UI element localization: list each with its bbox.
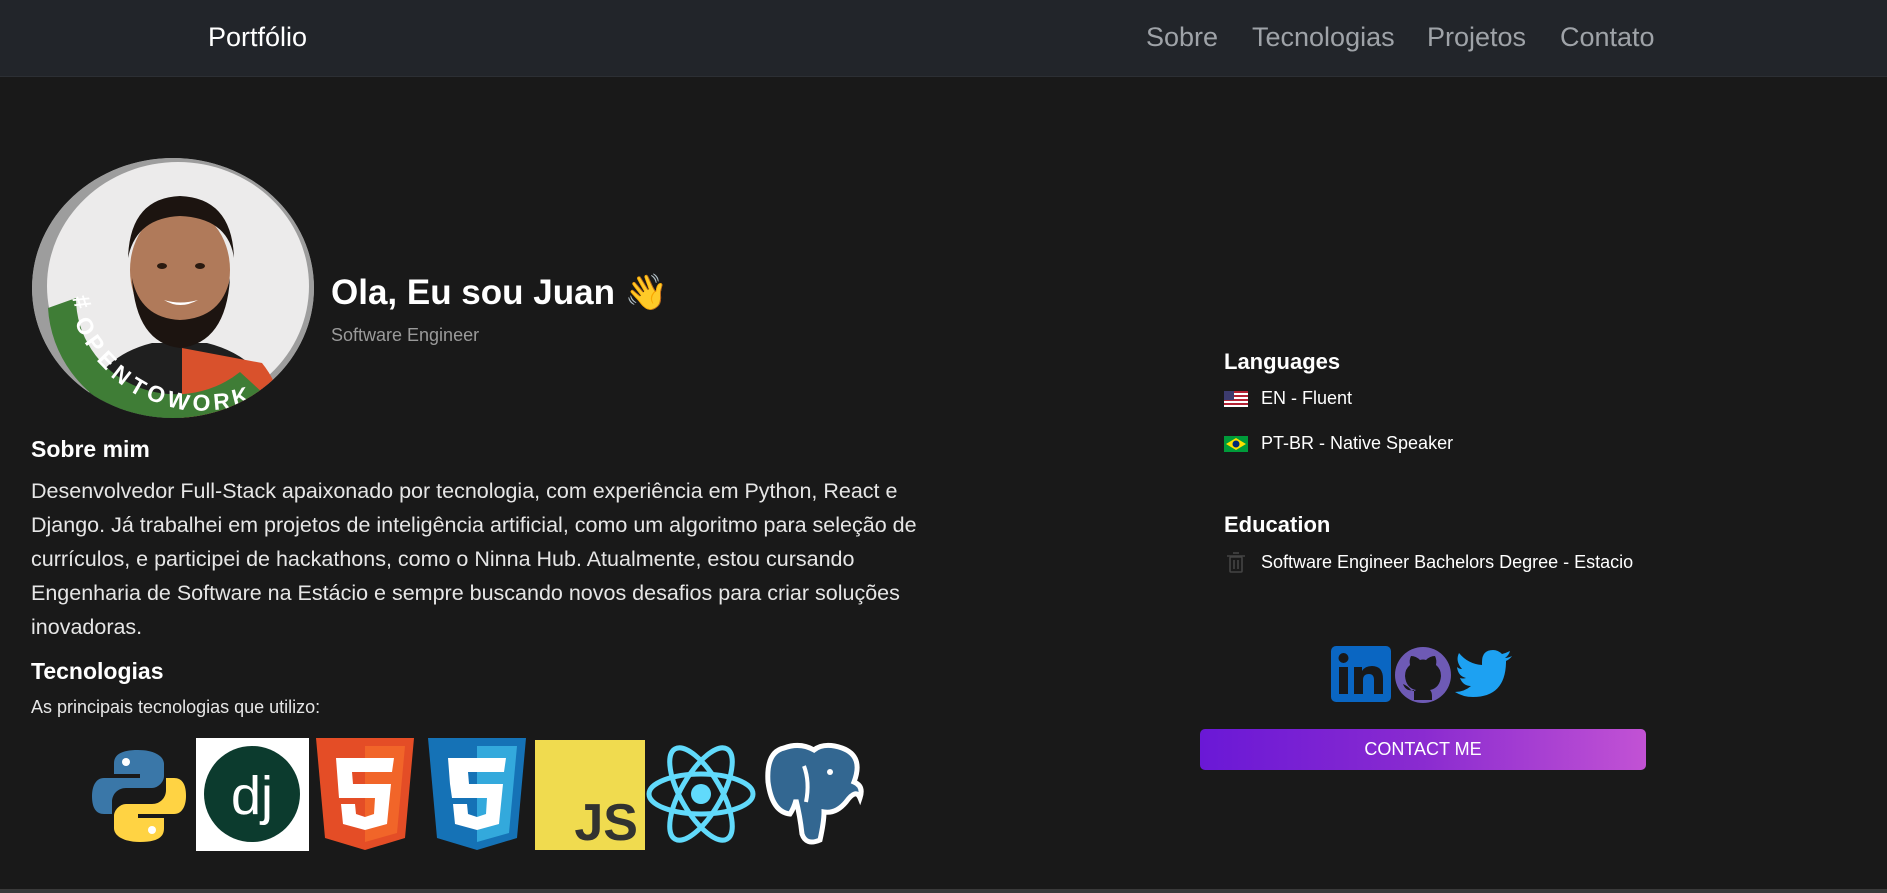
about-title: Sobre mim	[31, 436, 150, 462]
profile-avatar: # O P E N T O W O R K	[32, 158, 314, 418]
html5-logo	[316, 738, 414, 850]
languages-title: Languages	[1224, 349, 1341, 374]
nav-link-projetos[interactable]: Projetos	[1427, 22, 1526, 53]
postgresql-logo	[764, 742, 866, 848]
nav-link-tecnologias[interactable]: Tecnologias	[1252, 22, 1395, 53]
navbar: Portfólio Sobre Tecnologias Projetos Con…	[0, 0, 1887, 77]
education-item: Software Engineer Bachelors Degree - Est…	[1224, 550, 1633, 574]
trash-icon	[1224, 550, 1248, 574]
technologies-subtitle: As principais tecnologias que utilizo:	[31, 697, 321, 717]
github-icon[interactable]	[1394, 646, 1452, 708]
nav-links: Sobre Tecnologias Projetos Contato	[0, 22, 1887, 58]
javascript-logo: JS	[535, 740, 645, 850]
svg-text:O: O	[192, 389, 212, 416]
svg-text:JS: JS	[574, 794, 638, 850]
technology-icons: dj JS	[0, 738, 900, 852]
svg-text:R: R	[212, 388, 231, 415]
nav-link-contato[interactable]: Contato	[1560, 22, 1655, 53]
language-label: EN - Fluent	[1261, 388, 1353, 408]
react-logo	[645, 742, 757, 846]
contact-me-button[interactable]: CONTACT ME	[1200, 729, 1646, 770]
us-flag-icon	[1224, 390, 1248, 407]
education-label: Software Engineer Bachelors Degree - Est…	[1261, 551, 1634, 572]
hero-subtitle: Software Engineer	[331, 325, 480, 345]
hero-title: Ola, Eu sou Juan 👋	[331, 273, 669, 312]
linkedin-icon[interactable]	[1331, 646, 1391, 708]
language-label: PT-BR - Native Speaker	[1261, 433, 1454, 453]
twitter-icon[interactable]	[1455, 650, 1513, 712]
page-bottom-border	[0, 889, 1887, 893]
language-item-ptbr: PT-BR - Native Speaker	[1224, 433, 1453, 454]
language-item-en: EN - Fluent	[1224, 388, 1352, 409]
django-logo: dj	[196, 738, 309, 851]
python-logo	[92, 748, 186, 844]
technologies-title: Tecnologias	[31, 658, 164, 684]
svg-text:dj: dj	[231, 766, 273, 826]
education-title: Education	[1224, 512, 1331, 537]
br-flag-icon	[1224, 435, 1248, 452]
about-text: Desenvolvedor Full-Stack apaixonado por …	[31, 479, 917, 639]
nav-link-sobre[interactable]: Sobre	[1146, 22, 1218, 53]
css3-logo	[428, 738, 526, 850]
